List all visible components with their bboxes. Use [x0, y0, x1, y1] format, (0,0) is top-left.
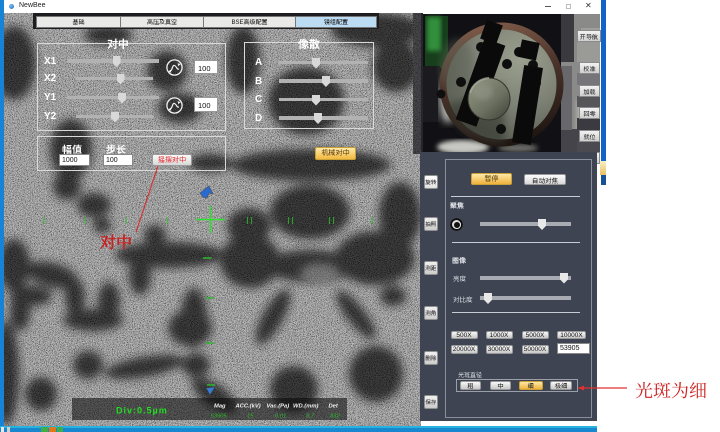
svg-text:Div:0.5µm: Div:0.5µm: [116, 406, 168, 416]
svg-text:WD.(mm): WD.(mm): [293, 404, 319, 410]
svg-text:53905: 53905: [211, 414, 228, 420]
svg-text:0.01: 0.01: [275, 414, 286, 420]
svg-text:832: 832: [330, 414, 340, 420]
svg-text:8.7: 8.7: [306, 414, 315, 420]
svg-text:Mag: Mag: [214, 404, 226, 410]
svg-text:Det: Det: [329, 404, 339, 410]
svg-text:Vac.(Pa): Vac.(Pa): [267, 404, 290, 410]
svg-text:ACC.(kV): ACC.(kV): [235, 404, 261, 410]
svg-text:15: 15: [247, 414, 254, 420]
